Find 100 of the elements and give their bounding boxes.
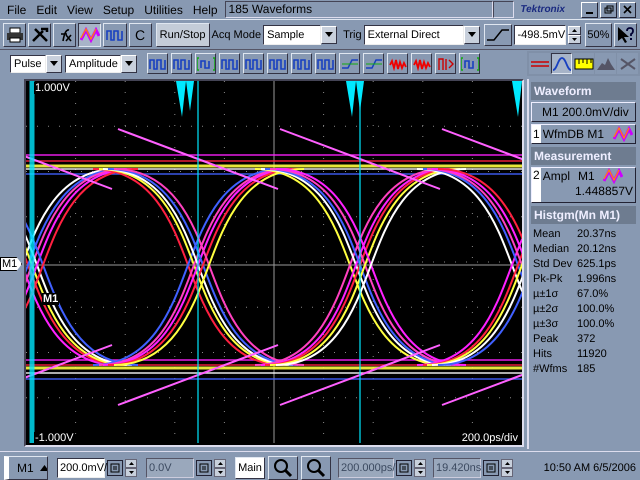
clear-button[interactable]: C xyxy=(128,22,152,46)
caret-icon xyxy=(125,61,133,66)
menu-item[interactable]: Edit xyxy=(33,2,64,16)
trig-label: Trig xyxy=(343,28,362,40)
pulse-icon xyxy=(106,28,124,42)
trigger-level-field[interactable]: -498.5mV xyxy=(514,24,566,44)
stat-label: µ±2σ xyxy=(533,303,560,315)
keypad-icon[interactable] xyxy=(107,460,123,476)
measure-button[interactable] xyxy=(171,53,192,74)
tools-button[interactable] xyxy=(28,22,52,46)
trigger-slope-button[interactable] xyxy=(484,24,512,46)
measure-button[interactable] xyxy=(267,53,288,74)
close-button[interactable] xyxy=(619,2,636,18)
keypad-icon[interactable] xyxy=(483,460,499,476)
channel-button[interactable]: M1 xyxy=(4,456,48,480)
magnifier-icon xyxy=(305,458,327,478)
menu-item[interactable]: Setup xyxy=(100,2,142,16)
level-spinner[interactable] xyxy=(568,26,581,44)
zoom-percent-button[interactable]: 50% xyxy=(584,22,612,46)
zoom-two-button[interactable] xyxy=(301,456,331,480)
measure-button[interactable] xyxy=(195,53,216,74)
pulse-icon xyxy=(316,56,334,70)
measure-button[interactable] xyxy=(363,53,384,74)
stat-value: 100.0% xyxy=(577,303,616,315)
menu-item[interactable]: Help xyxy=(190,2,225,16)
minimize-button[interactable] xyxy=(581,2,598,18)
measure-button[interactable] xyxy=(291,53,312,74)
pulse-icon xyxy=(268,56,286,70)
tools-icon xyxy=(30,26,49,42)
fx-button[interactable] xyxy=(53,22,76,46)
scale-top-label: 1.000V xyxy=(34,82,71,94)
measure-button[interactable] xyxy=(411,53,432,74)
trace-marker[interactable]: M1 xyxy=(0,257,22,271)
scale-bottom-label: -1.000V xyxy=(34,432,75,444)
caret-icon xyxy=(50,61,58,66)
printer-button[interactable] xyxy=(3,22,26,46)
printer-icon xyxy=(6,26,24,42)
up-caret-icon xyxy=(40,464,47,470)
stat-label: µ±3σ xyxy=(533,318,560,330)
measurement-item[interactable]: 2 Ampl M1 1.448857V xyxy=(531,167,636,203)
measure-button[interactable] xyxy=(339,53,360,74)
menu-item[interactable]: File xyxy=(4,2,34,16)
stat-value: 67.0% xyxy=(577,288,610,300)
menu-item[interactable]: View xyxy=(64,2,100,16)
trace-label: M1 xyxy=(42,293,60,305)
stat-label: #Wfms xyxy=(533,363,568,375)
waveform-icon xyxy=(552,56,571,70)
run-stop-button[interactable]: Run/Stop xyxy=(156,22,210,46)
help-button[interactable] xyxy=(614,22,637,46)
measure-button[interactable] xyxy=(243,53,264,74)
stat-label: Median xyxy=(533,243,570,255)
measure-button[interactable] xyxy=(219,53,240,74)
spinner[interactable] xyxy=(501,458,513,476)
menu-item[interactable]: Utilities xyxy=(141,2,190,16)
zoom-one-button[interactable] xyxy=(268,456,298,480)
vertical-field[interactable]: 200.0mV/ xyxy=(57,458,105,478)
histogram-icon xyxy=(596,56,616,70)
spinner[interactable] xyxy=(214,458,226,476)
panel-header: Measurement xyxy=(531,147,636,165)
noise-icon xyxy=(412,56,430,70)
view-button[interactable] xyxy=(551,53,572,74)
rising-edge-icon xyxy=(486,28,510,42)
help-icon xyxy=(616,26,634,44)
stat-value: 185 xyxy=(577,363,596,375)
keypad-icon[interactable] xyxy=(396,460,412,476)
stat-value: 1.996ns xyxy=(577,273,618,285)
measure-button[interactable] xyxy=(435,53,456,74)
keypad-icon[interactable] xyxy=(196,460,212,476)
edge-icon xyxy=(364,56,382,70)
stat-label: Pk-Pk xyxy=(533,273,564,285)
waveform-scale-item[interactable]: M1 200.0mV/div xyxy=(531,102,636,122)
magnifier-icon xyxy=(272,458,294,478)
stat-value: 100.0% xyxy=(577,318,616,330)
noise-icon xyxy=(388,56,406,70)
spinner[interactable] xyxy=(414,458,426,476)
view-button[interactable] xyxy=(573,53,594,74)
measure-button[interactable] xyxy=(459,53,480,74)
acq-mode-label: Acq Mode xyxy=(212,28,262,40)
measure-button[interactable] xyxy=(315,53,336,74)
restore-button[interactable] xyxy=(600,2,617,18)
stat-label: Hits xyxy=(533,348,553,360)
measure-button[interactable] xyxy=(387,53,408,74)
main-view-button[interactable]: Main xyxy=(235,456,265,478)
pulse-button[interactable] xyxy=(103,22,127,46)
waveform-button[interactable] xyxy=(78,22,102,46)
status-text: 185 Waveforms xyxy=(224,1,493,18)
stat-value: 20.12ns xyxy=(577,243,618,255)
bar-marker-icon xyxy=(436,56,454,70)
measure-button[interactable] xyxy=(147,53,168,74)
spinner[interactable] xyxy=(125,458,137,476)
stat-label: µ±1σ xyxy=(533,288,560,300)
caret-icon xyxy=(325,32,334,37)
pulse-bracket-icon xyxy=(196,56,214,70)
stat-label: Peak xyxy=(533,333,560,345)
caret-icon xyxy=(468,32,476,37)
cross-icon xyxy=(618,56,638,70)
waveform-item[interactable]: 1 WfmDB M1 xyxy=(531,124,636,144)
stat-value: 372 xyxy=(577,333,596,345)
pulse-icon xyxy=(172,56,190,70)
waveform-icon xyxy=(602,168,623,184)
